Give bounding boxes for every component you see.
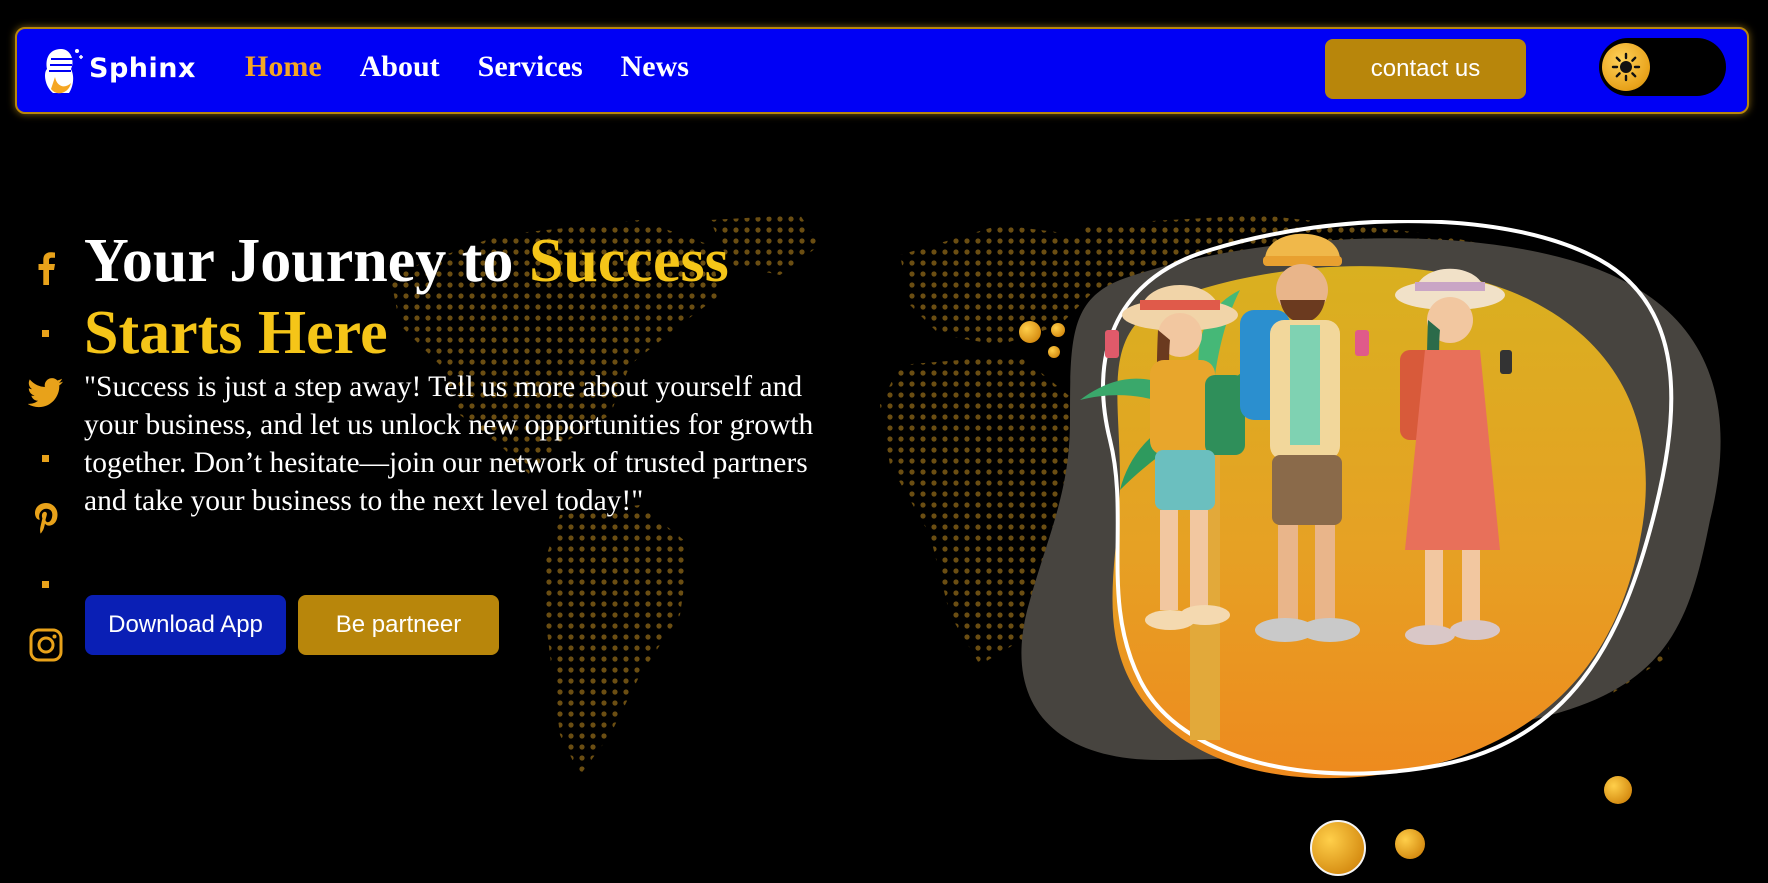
nav-link-about[interactable]: About [360,50,440,84]
decor-ball [1604,776,1632,804]
decor-ball [1310,820,1366,876]
nav-link-news[interactable]: News [621,50,689,84]
twitter-icon[interactable] [26,373,66,413]
theme-toggle[interactable] [1599,38,1726,96]
decor-ball [1395,829,1425,859]
nav-links: Home About Services News [245,50,727,84]
hero-title: Your Journey to Success Starts Here [84,225,844,369]
hero-title-main: Your Journey to [84,227,529,295]
separator-dot [42,581,49,588]
decor-ball [1051,323,1065,337]
separator-dot [42,330,49,337]
sphinx-logo-icon [45,49,83,94]
decor-ball [1019,321,1041,343]
nav-link-home[interactable]: Home [245,50,322,84]
brand-name: Sphinx [89,53,196,84]
pinterest-icon[interactable] [26,499,66,539]
toggle-knob [1602,43,1650,91]
hero-description: "Success is just a step away! Tell us mo… [84,371,814,517]
download-app-button[interactable]: Download App [85,595,286,655]
brand-logo[interactable]: Sphinx [39,43,209,99]
be-partner-button[interactable]: Be partneer [298,595,499,655]
hero-illustration [1019,220,1721,876]
instagram-icon[interactable] [26,625,66,665]
sun-icon [1611,52,1641,82]
nav-link-services[interactable]: Services [478,50,583,84]
landing-page: Sphinx Home About Services News contact … [0,0,1768,883]
contact-us-button[interactable]: contact us [1325,39,1526,99]
facebook-icon[interactable] [26,248,66,288]
navbar: Sphinx Home About Services News contact … [15,27,1749,114]
decor-ball [1048,346,1060,358]
separator-dot [42,455,49,462]
